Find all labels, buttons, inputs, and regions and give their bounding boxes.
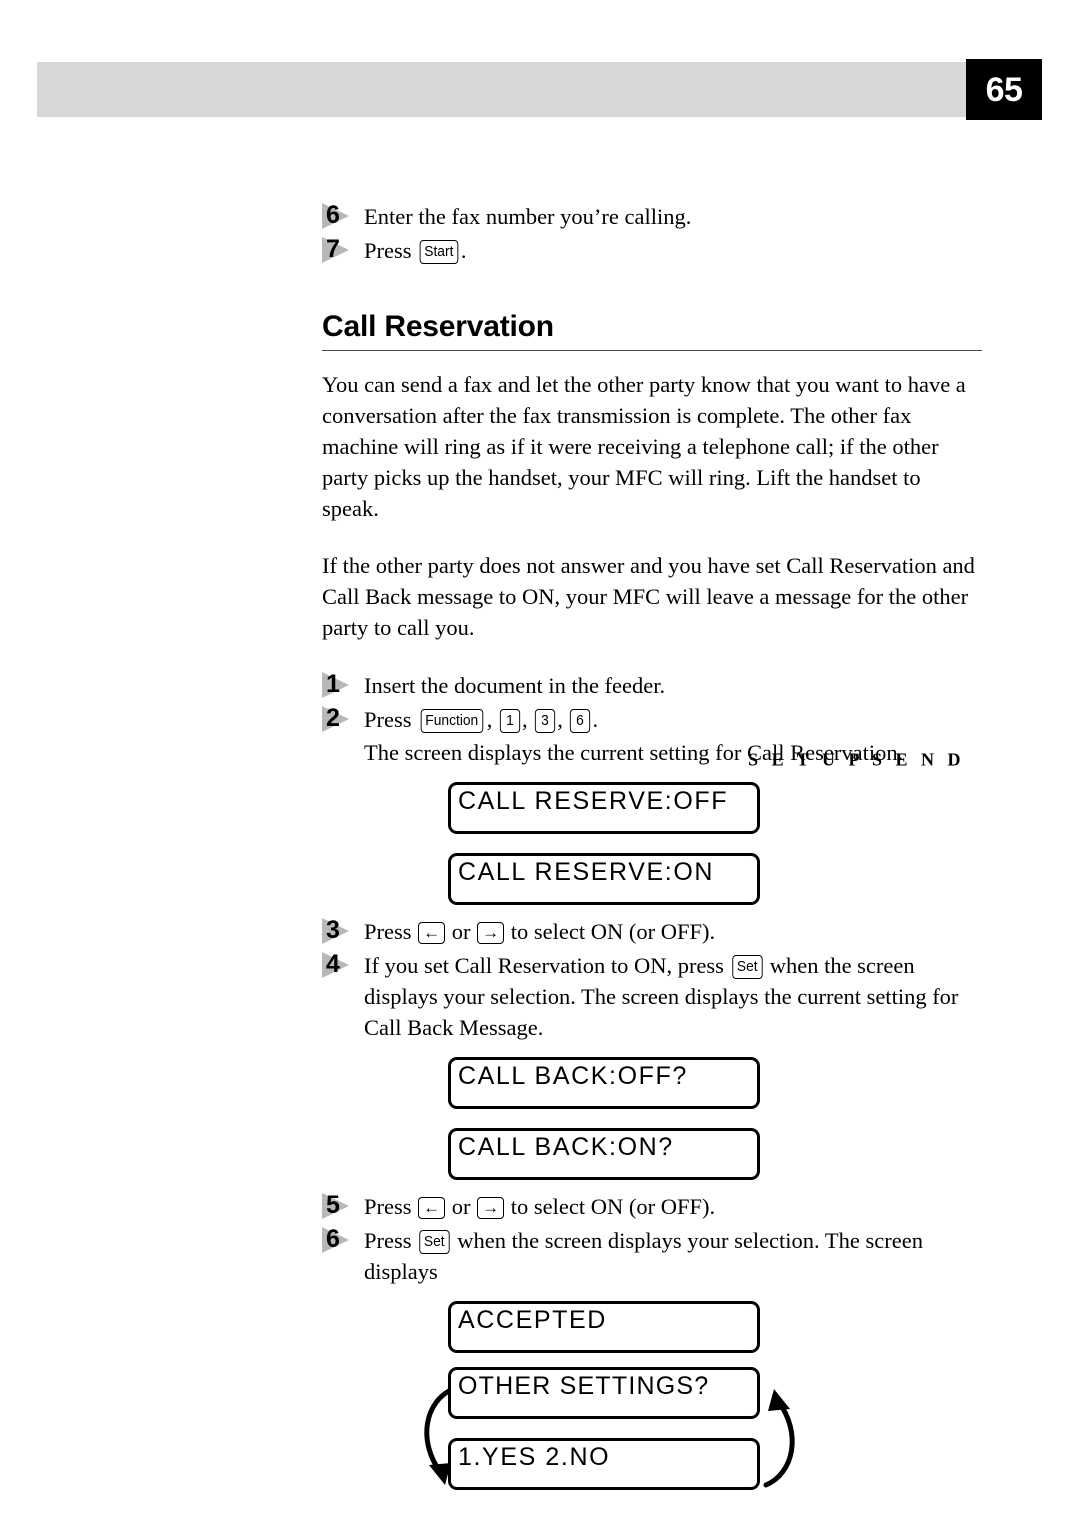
start-key[interactable]: Start <box>419 240 459 264</box>
step-body-after: . <box>460 238 467 263</box>
lcd-text: CALL BACK:OFF? <box>458 1062 688 1090</box>
step-number-marker: 4 <box>322 949 362 981</box>
step-number: 7 <box>326 235 340 263</box>
step-body-mid: or <box>446 919 477 944</box>
step-body-before: Press <box>364 919 418 944</box>
set-key[interactable]: Set <box>419 1230 450 1254</box>
page-number-box: 65 <box>966 59 1042 120</box>
lcd-text: CALL RESERVE:ON <box>458 858 715 886</box>
page-content: 6 Enter the fax number you’re calling. 7… <box>322 200 982 1500</box>
lcd-screen-reserve-off: CALL RESERVE:OFF <box>448 782 760 834</box>
step-body-before: Press <box>364 1228 418 1253</box>
step-text: Press Start. <box>364 234 982 266</box>
page-number: 65 <box>985 70 1023 109</box>
step-text: Enter the fax number you’re calling. <box>364 200 982 232</box>
step-text: Press ← or → to select ON (or OFF). <box>364 915 982 947</box>
page-header-band <box>37 62 1005 117</box>
lcd-text: OTHER SETTINGS? <box>458 1372 710 1400</box>
list-item: 1 Insert the document in the feeder. <box>322 669 982 701</box>
lcd-text: ACCEPTED <box>458 1306 607 1334</box>
lcd-group-other-settings: OTHER SETTINGS? 1.YES 2.NO <box>322 1367 982 1490</box>
digit-key-3[interactable]: 3 <box>535 709 556 733</box>
step-body-before: Press <box>364 707 418 732</box>
step-number: 4 <box>326 950 340 978</box>
lcd-screen-accepted: ACCEPTED <box>448 1301 760 1353</box>
step-body: Insert the document in the feeder. <box>364 673 666 698</box>
step-body-after: to select ON (or OFF). <box>505 919 716 944</box>
lcd-screen-other-settings: OTHER SETTINGS? <box>448 1367 760 1419</box>
function-key[interactable]: Function <box>420 709 483 733</box>
lcd-text: 1.YES 2.NO <box>458 1443 611 1471</box>
step-number: 1 <box>326 670 340 698</box>
step-body: Enter the fax number you’re calling. <box>364 204 692 229</box>
step-number: 6 <box>326 201 340 229</box>
step-body-before: Press <box>364 238 418 263</box>
lcd-screen-yes-no: 1.YES 2.NO <box>448 1438 760 1490</box>
lcd-group-call-back: CALL BACK:OFF? CALL BACK:ON? <box>322 1057 982 1180</box>
step-number-marker: 6 <box>322 1224 362 1256</box>
step-number-marker: 6 <box>322 200 362 232</box>
step-number-marker: 5 <box>322 1190 362 1222</box>
step-number-marker: 3 <box>322 915 362 947</box>
arrow-left-icon[interactable]: ← <box>418 1197 446 1219</box>
list-item: 6 Press Set when the screen displays you… <box>322 1224 982 1287</box>
step-body-mid: or <box>446 1194 477 1219</box>
digit-key-1[interactable]: 1 <box>499 709 521 733</box>
step-text: If you set Call Reservation to ON, press… <box>364 949 982 1043</box>
step-number-marker: 2 <box>322 703 362 735</box>
arrow-right-icon[interactable]: → <box>477 922 505 944</box>
list-item: 7 Press Start. <box>322 234 982 266</box>
step-text: Press Function, 1, 3, 6. <box>364 707 599 733</box>
step-text: Press ← or → to select ON (or OFF). <box>364 1190 982 1222</box>
step-number: 6 <box>326 1225 340 1253</box>
lcd-screen-reserve-on: CALL RESERVE:ON <box>448 853 760 905</box>
step-subtext: The screen displays the current setting … <box>364 740 904 765</box>
list-item: 2 Press Function, 1, 3, 6. <box>322 703 982 735</box>
set-key[interactable]: Set <box>731 955 762 979</box>
step-number-marker: 7 <box>322 234 362 266</box>
step-body-before: Press <box>364 1194 418 1219</box>
body-paragraph-2: If the other party does not answer and y… <box>322 553 975 640</box>
lcd-text: CALL RESERVE:OFF <box>458 787 729 815</box>
step-number: 2 <box>326 704 340 732</box>
list-item: 3 Press ← or → to select ON (or OFF). <box>322 915 982 947</box>
list-item: 4 If you set Call Reservation to ON, pre… <box>322 949 982 1043</box>
list-item: 6 Enter the fax number you’re calling. <box>322 200 982 232</box>
step-text: Insert the document in the feeder. <box>364 669 982 701</box>
step-body-after: to select ON (or OFF). <box>505 1194 716 1219</box>
lcd-group-call-reserve: CALL RESERVE:OFF CALL RESERVE:ON <box>322 782 982 905</box>
page-title: Call Reservation <box>322 310 554 343</box>
step-text: Press Set when the screen displays your … <box>364 1224 982 1287</box>
arrow-left-icon[interactable]: ← <box>418 922 446 944</box>
heading-divider <box>322 350 982 351</box>
lcd-screen-back-on: CALL BACK:ON? <box>448 1128 760 1180</box>
step-number-marker: 1 <box>322 669 362 701</box>
step-number: 5 <box>326 1191 340 1219</box>
list-item: 5 Press ← or → to select ON (or OFF). <box>322 1190 982 1222</box>
lcd-text: CALL BACK:ON? <box>458 1133 674 1161</box>
digit-key-6[interactable]: 6 <box>570 709 591 733</box>
cycle-arrow-right-icon <box>763 1389 795 1488</box>
step-number: 3 <box>326 916 340 944</box>
lcd-screen-back-off: CALL BACK:OFF? <box>448 1057 760 1109</box>
lcd-group-accepted: ACCEPTED <box>322 1301 982 1353</box>
step-body-before: If you set Call Reservation to ON, press <box>364 953 730 978</box>
arrow-right-icon[interactable]: → <box>477 1197 505 1219</box>
body-paragraph-1: You can send a fax and let the other par… <box>322 372 966 521</box>
